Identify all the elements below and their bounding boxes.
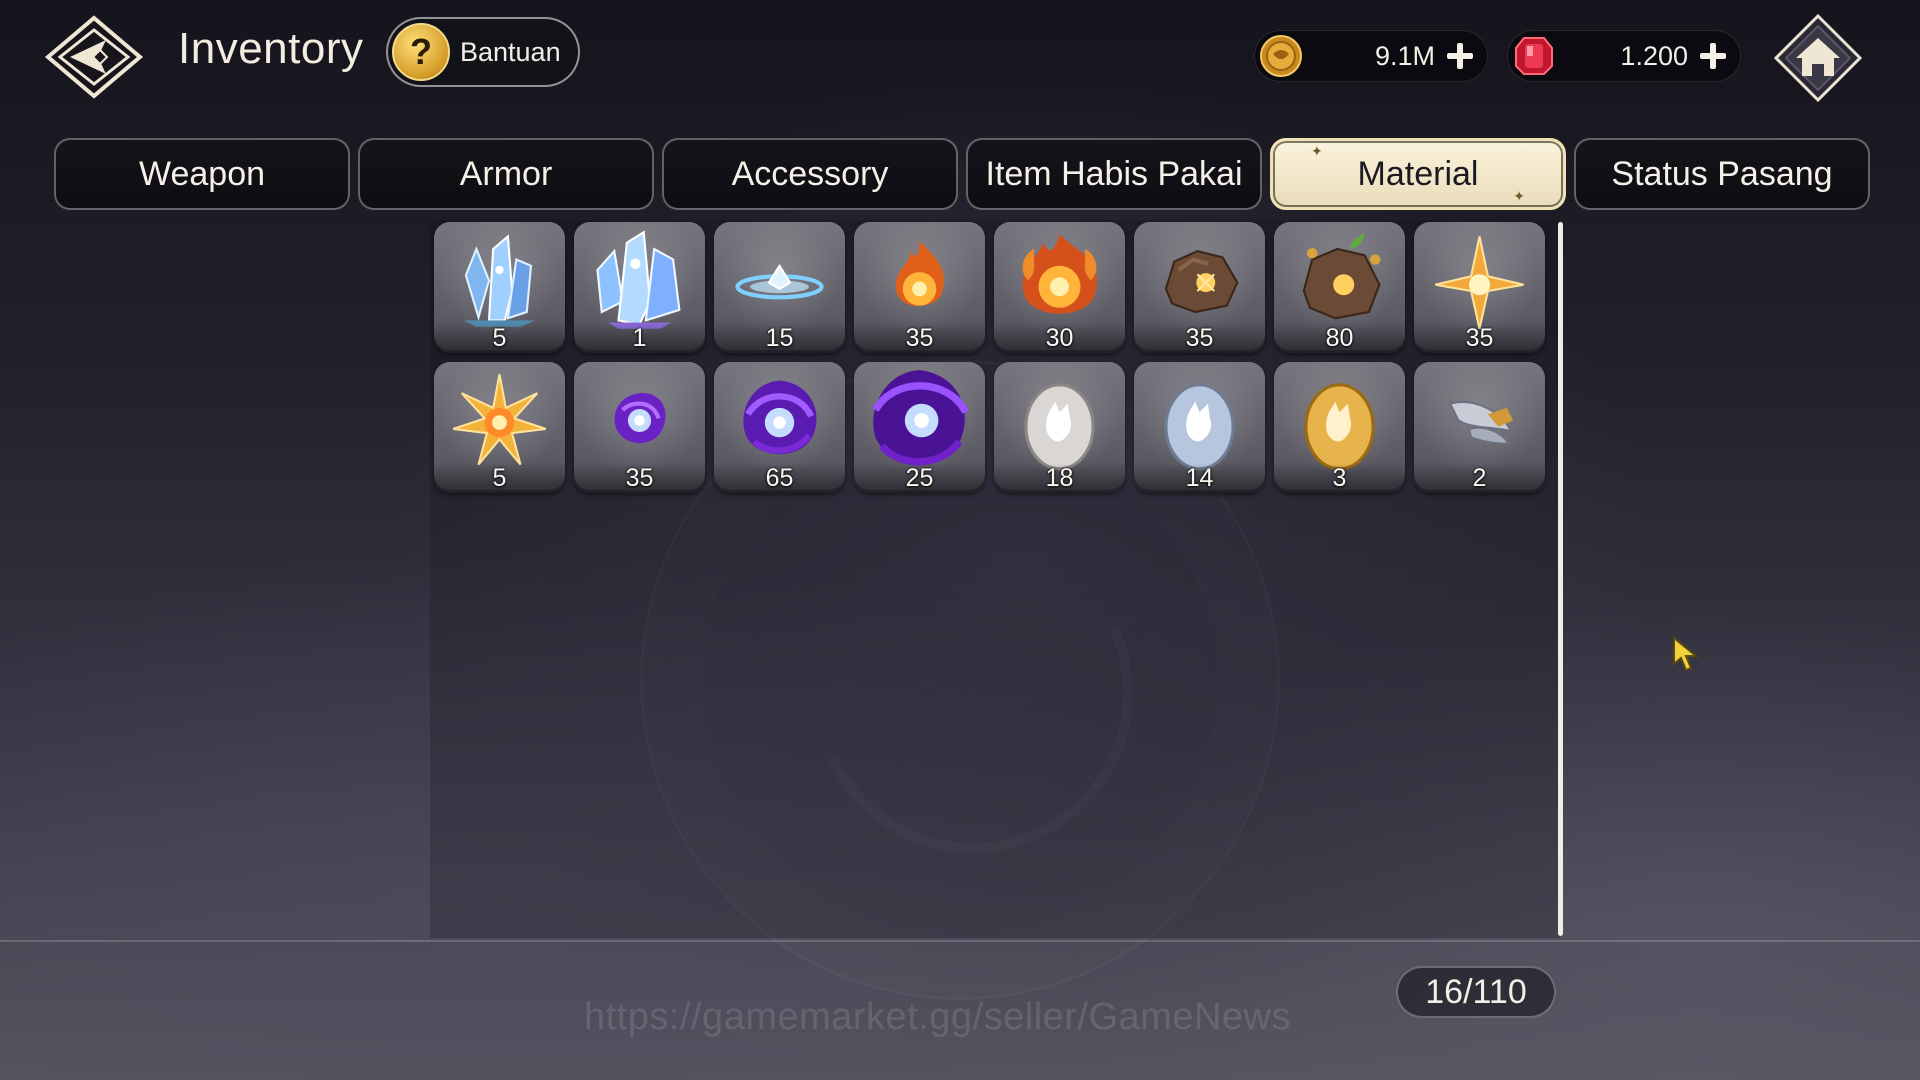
inventory-slot[interactable]: 80 [1274, 222, 1405, 353]
home-icon [1773, 13, 1863, 103]
tab-material[interactable]: Material [1270, 138, 1566, 210]
inventory-slot[interactable]: 15 [714, 222, 845, 353]
inventory-slot[interactable]: 5 [434, 362, 565, 493]
item-quantity: 35 [854, 323, 985, 353]
item-quantity: 65 [714, 463, 845, 493]
floating-crystal-disc-icon [735, 263, 824, 300]
inventory-slot[interactable]: 30 [994, 222, 1125, 353]
gold-star-sparkle-icon [1435, 236, 1524, 330]
add-gold-button[interactable] [1443, 39, 1477, 73]
blue-crystal-small-icon [463, 234, 536, 327]
blue-crystal-large-icon [596, 230, 681, 329]
add-gem-button[interactable] [1696, 39, 1730, 73]
inventory-grid: 5 1 15 35 30 35 80 35 5 35 65 25 18 14 3… [434, 222, 1552, 493]
ore-rock-sprout-icon [1302, 232, 1381, 320]
item-quantity: 5 [434, 463, 565, 493]
gold-egg-icon [1304, 383, 1375, 471]
tab-consumables[interactable]: Item Habis Pakai [966, 138, 1262, 210]
inventory-slot[interactable]: 35 [854, 222, 985, 353]
item-quantity: 35 [1134, 323, 1265, 353]
item-quantity: 15 [714, 323, 845, 353]
inventory-slot[interactable]: 35 [574, 362, 705, 493]
tab-label: Item Habis Pakai [985, 154, 1243, 193]
tab-armor[interactable]: Armor [358, 138, 654, 210]
item-quantity: 1 [574, 323, 705, 353]
inventory-slot[interactable]: 5 [434, 222, 565, 353]
inventory-slot[interactable]: 1 [574, 222, 705, 353]
item-quantity: 2 [1414, 463, 1545, 493]
blue-silver-egg-icon [1164, 383, 1235, 471]
question-icon: ? [392, 23, 450, 81]
inventory-slot[interactable]: 18 [994, 362, 1125, 493]
inventory-capacity: 16/110 [1396, 966, 1556, 1018]
item-quantity: 3 [1274, 463, 1405, 493]
tab-label: Material [1357, 154, 1479, 193]
diamond-back-icon [44, 15, 144, 99]
help-label: Bantuan [460, 36, 561, 67]
tab-equipped-status[interactable]: Status Pasang [1574, 138, 1870, 210]
watermark: https://gamemarket.gg/seller/GameNews [584, 996, 1291, 1038]
feather-wing-icon [1448, 401, 1514, 445]
tab-weapon[interactable]: Weapon [54, 138, 350, 210]
scrollbar[interactable] [1558, 222, 1563, 936]
gold-amount: 9.1M [1374, 40, 1435, 71]
item-quantity: 35 [1414, 323, 1545, 353]
tab-accessory[interactable]: Accessory [662, 138, 958, 210]
void-orb-medium-icon [743, 380, 817, 455]
void-orb-small-icon [614, 393, 666, 444]
gem-currency: 1.200 [1507, 30, 1741, 82]
item-quantity: 14 [1134, 463, 1265, 493]
gold-star-burst-icon [452, 374, 547, 466]
item-quantity: 35 [574, 463, 705, 493]
inventory-slot[interactable]: 2 [1414, 362, 1545, 493]
inventory-slot[interactable]: 65 [714, 362, 845, 493]
inventory-slot[interactable]: 35 [1414, 222, 1545, 353]
tab-label: Status Pasang [1611, 154, 1833, 193]
category-tabs: Weapon Armor Accessory Item Habis Pakai … [54, 138, 1872, 212]
inventory-slot[interactable]: 3 [1274, 362, 1405, 493]
gem-amount: 1.200 [1620, 40, 1688, 71]
item-quantity: 18 [994, 463, 1125, 493]
help-button[interactable]: ? Bantuan [386, 17, 580, 87]
back-button[interactable] [44, 14, 144, 100]
mouse-cursor-icon [1673, 636, 1699, 672]
inventory-slot[interactable]: 14 [1134, 362, 1265, 493]
ore-rock-icon [1164, 249, 1239, 314]
tab-label: Armor [459, 154, 553, 193]
fire-orb-small-icon [895, 240, 944, 306]
item-quantity: 25 [854, 463, 985, 493]
item-quantity: 30 [994, 323, 1125, 353]
inventory-slot[interactable]: 25 [854, 362, 985, 493]
fire-orb-large-icon [1022, 234, 1097, 314]
item-quantity: 5 [434, 323, 565, 353]
inventory-slot[interactable]: 35 [1134, 222, 1265, 353]
bottom-divider [0, 940, 1920, 942]
top-bar: Inventory ? Bantuan 9.1M 1.200 [0, 0, 1920, 120]
tab-label: Weapon [138, 154, 266, 193]
gold-currency: 9.1M [1254, 30, 1488, 82]
item-quantity: 80 [1274, 323, 1405, 353]
red-gem-icon [1515, 37, 1553, 75]
page-title: Inventory [178, 24, 364, 73]
tab-label: Accessory [731, 154, 889, 193]
silver-egg-icon [1024, 383, 1095, 471]
void-orb-large-icon [872, 370, 969, 466]
home-button[interactable] [1772, 12, 1864, 104]
gold-coin-icon [1260, 35, 1302, 77]
